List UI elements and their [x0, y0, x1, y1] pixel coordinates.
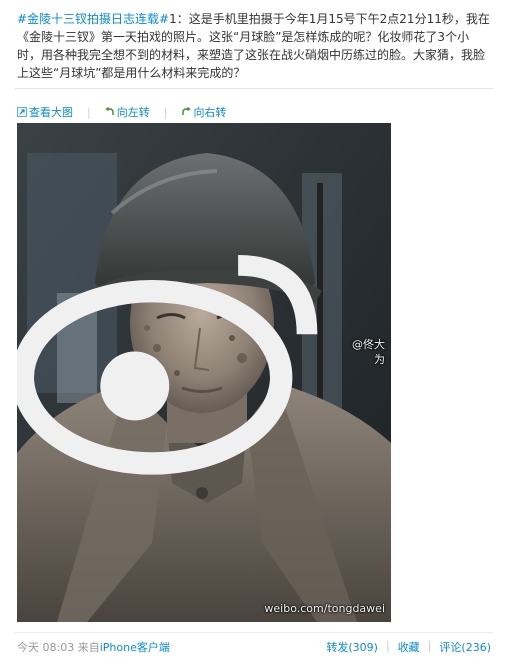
- rotate-left-icon: [105, 107, 114, 115]
- rotate-left-button[interactable]: 向左转: [105, 104, 150, 120]
- post-footer: 今天 08:03 来自iPhone客户端 转发(309) | 收藏 | 评论(2…: [17, 639, 491, 655]
- view-large-label: 查看大图: [29, 106, 73, 119]
- image-toolbar: 查看大图 | 向左转 | 向右转: [17, 104, 226, 120]
- hashtag-link[interactable]: #金陵十三钗拍摄日志连载#: [17, 12, 169, 26]
- favorite-button[interactable]: 收藏: [398, 639, 420, 655]
- watermark-url: weibo.com/tongdawei: [264, 602, 385, 615]
- rotate-right-icon: [182, 107, 191, 115]
- comment-button[interactable]: 评论(236): [439, 639, 491, 655]
- post-photo[interactable]: @佟大为 weibo.com/tongdawei: [17, 123, 391, 622]
- source-link[interactable]: iPhone客户端: [100, 641, 170, 654]
- photo-watermark: @佟大为 weibo.com/tongdawei: [17, 123, 385, 616]
- toolbar-separator: |: [163, 105, 168, 119]
- from-label: 来自: [77, 641, 100, 654]
- divider: [15, 88, 493, 89]
- post-content: #金陵十三钗拍摄日志连载#1：这是手机里拍摄于今年1月15号下午2点21分11秒…: [17, 10, 492, 82]
- rotate-right-button[interactable]: 向右转: [181, 104, 226, 120]
- post-meta: 今天 08:03 来自iPhone客户端: [17, 639, 170, 655]
- toolbar-separator: |: [87, 105, 91, 119]
- weibo-logo-icon: [17, 255, 318, 475]
- magnify-icon: [17, 107, 27, 117]
- action-separator: |: [385, 639, 390, 652]
- post-actions: 转发(309) | 收藏 | 评论(236): [326, 639, 491, 655]
- rotate-right-label: 向右转: [193, 106, 227, 119]
- view-large-button[interactable]: 查看大图: [17, 104, 73, 120]
- footer-divider: [15, 632, 493, 633]
- rotate-left-label: 向左转: [116, 106, 150, 119]
- repost-button[interactable]: 转发(309): [326, 639, 378, 655]
- watermark-handle: @佟大为: [352, 337, 385, 366]
- post-time[interactable]: 今天 08:03: [17, 641, 74, 654]
- action-separator: |: [427, 639, 432, 652]
